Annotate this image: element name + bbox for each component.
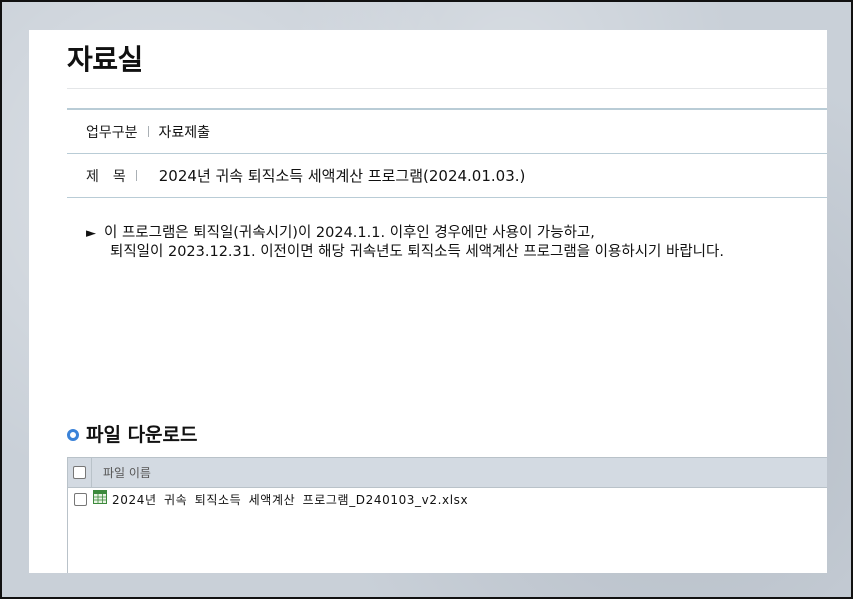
- circle-bullet-icon: [67, 428, 79, 441]
- label-separator: [135, 170, 137, 181]
- header-checkbox-cell: [68, 458, 92, 487]
- notice-line-1: ► 이 프로그램은 퇴직일(귀속시기)이 2024.1.1. 이후인 경우에만 사…: [86, 224, 724, 243]
- file-checkbox[interactable]: [73, 492, 87, 506]
- row-checkbox-cell: [68, 492, 92, 506]
- info-row-subject: 제목 2024년 귀속 퇴직소득 세액계산 프로그램(2024.01.03.): [67, 154, 827, 198]
- title-divider: [67, 88, 827, 89]
- subject-value: 2024년 귀속 퇴직소득 세액계산 프로그램(2024.01.03.): [158, 167, 526, 185]
- notice-line-2: 퇴직일이 2023.12.31. 이전이면 해당 귀속년도 퇴직소득 세액계산 …: [110, 244, 724, 260]
- category-value: 자료제출: [158, 124, 211, 141]
- label-separator: [147, 126, 149, 137]
- content-panel: 자료실 업무구분 자료제출 제목 2024년 귀속 퇴직소득 세액계산 프로그램…: [29, 30, 827, 573]
- column-header-file-name: 파일 이름: [103, 466, 151, 480]
- info-row-category: 업무구분 자료제출: [67, 110, 827, 154]
- file-row: 2024년 귀속 퇴직소득 세액계산 프로그램_D240103_v2.xlsx: [68, 488, 827, 510]
- pointer-icon: ►: [86, 226, 96, 241]
- notice-text: ► 이 프로그램은 퇴직일(귀속시기)이 2024.1.1. 이후인 경우에만 사…: [86, 224, 724, 262]
- category-label: 업무구분: [86, 124, 138, 141]
- info-table: 업무구분 자료제출 제목 2024년 귀속 퇴직소득 세액계산 프로그램(202…: [67, 108, 827, 198]
- excel-file-icon: [93, 490, 107, 504]
- download-section-title: 파일 다운로드: [67, 420, 198, 447]
- page-title: 자료실: [67, 43, 143, 76]
- notice-line-1-text: 이 프로그램은 퇴직일(귀속시기)이 2024.1.1. 이후인 경우에만 사용…: [104, 225, 595, 241]
- file-table-header: 파일 이름: [68, 458, 827, 488]
- download-section-label: 파일 다운로드: [86, 424, 198, 446]
- subject-label: 제목: [86, 168, 140, 185]
- select-all-checkbox[interactable]: [73, 466, 86, 479]
- file-download-link[interactable]: 2024년 귀속 퇴직소득 세액계산 프로그램_D240103_v2.xlsx: [112, 491, 468, 508]
- file-table: 파일 이름 2024년 귀속 퇴직소득 세액계산 프로그램_D240103_v2…: [67, 457, 827, 573]
